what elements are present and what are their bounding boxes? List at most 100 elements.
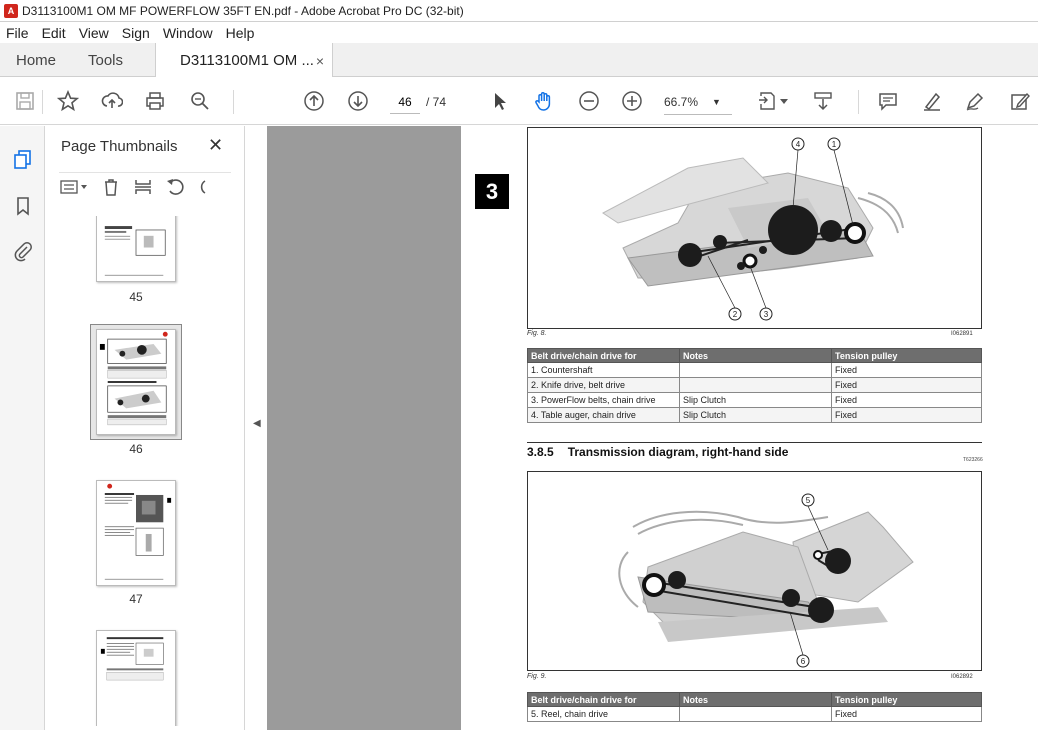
comment-icon[interactable] — [876, 89, 900, 113]
sign-icon[interactable] — [963, 89, 987, 113]
table-row: 4. Table auger, chain drive Slip Clutch … — [527, 407, 982, 423]
zoom-select[interactable]: 66.7% ▼ — [664, 89, 732, 115]
thumbnail-page-48[interactable] — [96, 630, 176, 726]
table-row: 2. Knife drive, belt drive Fixed — [527, 377, 982, 393]
page-thumbnails-icon[interactable] — [10, 146, 36, 172]
fig8-callout-2: 2 — [733, 310, 738, 319]
pdf-icon: A — [4, 3, 18, 18]
figure-8: 4 1 2 3 — [527, 127, 982, 329]
bookmarks-icon[interactable] — [10, 193, 36, 219]
section-number: 3.8.5 — [527, 445, 554, 459]
thumbnail-label: 45 — [129, 290, 143, 304]
figure-caption: Fig. 9. — [527, 673, 547, 680]
table-row: 5. Reel, chain drive Fixed — [527, 706, 982, 722]
table-cell: Fixed — [831, 407, 982, 423]
fig9-callout-6: 6 — [801, 657, 806, 666]
figure-9: 5 6 — [527, 471, 982, 671]
table-cell: Fixed — [831, 377, 982, 393]
thumbnail-label: 46 — [129, 442, 143, 456]
table-cell: 4. Table auger, chain drive — [527, 407, 680, 423]
zoom-out-icon[interactable] — [577, 89, 601, 113]
table-cell: 5. Reel, chain drive — [527, 706, 680, 722]
fig8-callout-4: 4 — [796, 140, 801, 149]
title-bar: A D3113100M1 OM MF POWERFLOW 35FT EN.pdf… — [0, 0, 1038, 22]
attachments-icon[interactable] — [10, 238, 36, 264]
panel-title: Page Thumbnails — [61, 138, 178, 155]
table-header: Belt drive/chain drive for — [527, 348, 680, 363]
panel-collapse-handle[interactable]: ◀ — [245, 126, 267, 730]
thumbnail-page-46[interactable] — [96, 329, 176, 435]
zoom-in-icon[interactable] — [620, 89, 644, 113]
thumbnail-label: 47 — [129, 592, 143, 606]
menu-view[interactable]: View — [79, 25, 109, 41]
extract-icon[interactable] — [133, 177, 153, 197]
menu-file[interactable]: File — [6, 25, 29, 41]
table-cell: Fixed — [831, 392, 982, 408]
table-cell: Fixed — [831, 706, 982, 722]
select-arrow-icon[interactable] — [488, 89, 512, 113]
toolbar — [0, 77, 1038, 125]
page-number-input[interactable] — [390, 90, 420, 114]
tab-bar: Home Tools D3113100M1 OM ... × — [0, 43, 1038, 78]
fit-page-icon[interactable] — [756, 89, 780, 113]
options-menu-icon[interactable] — [59, 178, 89, 196]
edit-icon[interactable] — [1008, 89, 1032, 113]
highlight-icon[interactable] — [920, 89, 944, 113]
close-icon[interactable]: ✕ — [208, 135, 223, 156]
tab-document[interactable]: D3113100M1 OM ... × — [155, 43, 333, 78]
tab-tools[interactable]: Tools — [88, 43, 123, 77]
search-zoom-icon[interactable] — [188, 89, 212, 113]
tab-document-label: D3113100M1 OM ... — [180, 52, 314, 69]
table-cell: 3. PowerFlow belts, chain drive — [527, 392, 680, 408]
table-cell: 2. Knife drive, belt drive — [527, 377, 680, 393]
hand-tool-icon[interactable] — [532, 89, 556, 113]
belt-table-2: Belt drive/chain drive for Notes Tension… — [527, 692, 982, 722]
menu-window[interactable]: Window — [163, 25, 213, 41]
table-cell: Slip Clutch — [679, 392, 832, 408]
page-down-icon[interactable] — [346, 89, 370, 113]
tab-home[interactable]: Home — [16, 43, 56, 77]
table-header: Notes — [679, 692, 832, 707]
left-rail — [0, 126, 45, 730]
menu-help[interactable]: Help — [226, 25, 255, 41]
fit-dropdown-icon[interactable] — [778, 89, 790, 113]
table-cell: Fixed — [831, 362, 982, 378]
thumbnail-page-45[interactable] — [96, 216, 176, 282]
rotate-cw-icon[interactable] — [195, 177, 207, 197]
table-cell: Slip Clutch — [679, 407, 832, 423]
bookmark-star-icon[interactable] — [56, 89, 80, 113]
fig8-callout-1: 1 — [832, 140, 837, 149]
thumbnail-panel: Page Thumbnails ✕ 45 46 47 — [45, 126, 280, 730]
menu-sign[interactable]: Sign — [122, 25, 150, 41]
section-ref: T623266 — [963, 457, 983, 463]
chevron-down-icon: ▼ — [712, 96, 721, 107]
zoom-value: 66.7% — [664, 94, 699, 109]
table-row: 3. PowerFlow belts, chain drive Slip Clu… — [527, 392, 982, 408]
table-header: Belt drive/chain drive for — [527, 692, 680, 707]
figure-caption: Fig. 8. — [527, 330, 547, 337]
chevron-left-icon: ◀ — [253, 418, 261, 429]
toolbar-separator — [233, 90, 234, 114]
thumbnail-page-47[interactable] — [96, 480, 176, 586]
thumbnail-list: 45 46 47 — [45, 216, 235, 726]
toolbar-separator — [858, 90, 859, 114]
table-cell — [679, 362, 832, 378]
table-header: Tension pulley — [831, 692, 982, 707]
menu-bar: File Edit View Sign Window Help — [0, 22, 1038, 43]
delete-icon[interactable] — [101, 177, 121, 197]
figure-id: I062891 — [951, 331, 973, 337]
menu-edit[interactable]: Edit — [42, 25, 66, 41]
document-view[interactable]: 3 4 1 2 3 Fig. 8. I062891 Belt drive/cha… — [267, 126, 1038, 730]
save-icon[interactable] — [13, 89, 37, 113]
rotate-ccw-icon[interactable] — [165, 177, 185, 197]
section-title: Transmission diagram, right-hand side — [567, 445, 789, 459]
scroll-mode-icon[interactable] — [811, 89, 835, 113]
tab-close-icon[interactable]: × — [316, 53, 324, 69]
figure-id: I062892 — [951, 674, 973, 680]
page-up-icon[interactable] — [302, 89, 326, 113]
print-icon[interactable] — [143, 89, 167, 113]
table-row: 1. Countershaft Fixed — [527, 362, 982, 378]
chapter-marker: 3 — [475, 174, 509, 209]
table-cell: 1. Countershaft — [527, 362, 680, 378]
upload-icon[interactable] — [100, 89, 124, 113]
